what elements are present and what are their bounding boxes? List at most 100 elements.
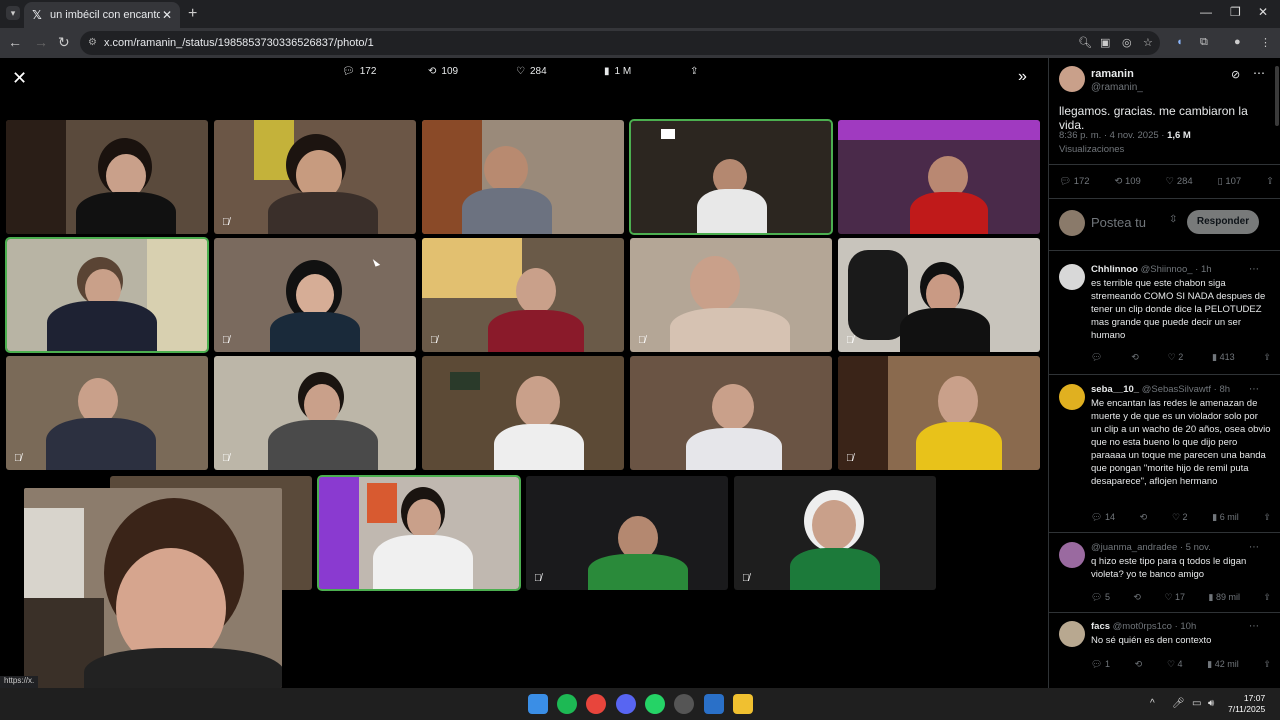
extension-icon[interactable]: ◖ (1176, 36, 1183, 48)
more-options-icon[interactable]: ⋯ (1249, 542, 1259, 553)
bookmark-button[interactable]: ▯ 107 (1217, 176, 1241, 187)
network-icon[interactable]: ▭ (1192, 698, 1201, 709)
video-tile: 🎙̸ (214, 238, 416, 352)
author-avatar[interactable] (1059, 66, 1085, 92)
author-name[interactable]: ramanin (1091, 68, 1134, 80)
like-button[interactable]: ♡ 17 (1164, 592, 1185, 603)
repost-icon[interactable]: ⟲ (1131, 352, 1139, 363)
muted-mic-icon: 🎙̸ (638, 335, 646, 346)
viewer-likes[interactable]: ♡ 284 (516, 66, 547, 77)
url-text[interactable]: x.com/ramanin_/status/198585373033652683… (104, 37, 374, 49)
reply-avatar[interactable] (1059, 384, 1085, 410)
like-button[interactable]: ♡ 4 (1167, 659, 1183, 670)
viewer-views[interactable]: ▮ 1 M (604, 66, 631, 77)
site-info-icon[interactable]: ⚙ (88, 37, 97, 48)
divider (1049, 532, 1280, 533)
profile-icon[interactable]: ● (1234, 36, 1241, 48)
share-button[interactable]: ⇪ (1266, 176, 1274, 187)
reply-actions: 💬︎ ⟲ ♡ 2 ▮ 413 ⇪ (1091, 352, 1271, 363)
video-tile (838, 120, 1040, 234)
like-button[interactable]: ♡ 284 (1166, 176, 1193, 187)
reply-input[interactable]: Postea tu (1091, 215, 1146, 230)
more-options-icon[interactable]: ⋯ (1253, 66, 1265, 80)
share-icon[interactable]: ⇪ (1263, 352, 1271, 363)
reply-actions: 💬︎ 5 ⟲ ♡ 17 ▮ 89 mil ⇪ (1091, 592, 1271, 603)
reply-avatar[interactable] (1059, 542, 1085, 568)
chrome-icon[interactable] (586, 694, 606, 714)
more-options-icon[interactable]: ⋯ (1249, 384, 1259, 395)
views-count[interactable]: ▮ 42 mil (1207, 659, 1238, 670)
reply-submit-button[interactable]: Responder (1187, 210, 1259, 234)
discord-icon[interactable] (616, 694, 636, 714)
repost-button[interactable]: ⟲ 109 (1114, 176, 1140, 187)
share-icon[interactable]: ⇪ (690, 66, 698, 77)
scrollbar[interactable] (1275, 66, 1279, 126)
zoom-icon[interactable]: 🔍︎ (1078, 36, 1092, 49)
close-window-icon[interactable]: ✕ (1258, 5, 1268, 19)
maximize-icon[interactable]: ❐ (1230, 5, 1241, 19)
reply-author[interactable]: facs @mot0rps1co · 10h (1091, 621, 1196, 632)
share-icon[interactable]: ⇪ (1263, 659, 1271, 670)
video-tile-active (5, 237, 209, 353)
reply-button[interactable]: 💬︎ 172 (1059, 176, 1090, 187)
forward-icon[interactable]: → (34, 34, 48, 50)
tweet-panel: ramanin @ramanin_ ⊘ ⋯ llegamos. gracias.… (1048, 58, 1280, 688)
mic-icon[interactable]: 🎤︎ (1172, 698, 1185, 709)
views-count[interactable]: ▮ 413 (1212, 352, 1234, 363)
browser-tab[interactable]: 𝕏 un imbécil con encanto (@sist... ✕ (24, 2, 180, 28)
menu-dots-icon[interactable]: ⋮ (1260, 36, 1271, 49)
views-count[interactable]: ▮ 89 mil (1209, 592, 1240, 603)
new-tab-icon[interactable]: + (188, 5, 197, 23)
divider (1049, 198, 1280, 199)
tab-search-icon[interactable]: ▾ (6, 6, 20, 20)
bookmark-star-icon[interactable]: ☆ (1143, 36, 1153, 49)
cast-icon[interactable]: ▣ (1100, 36, 1110, 49)
more-options-icon[interactable]: ⋯ (1249, 621, 1259, 632)
back-icon[interactable]: ← (8, 34, 22, 50)
extensions-puzzle-icon[interactable]: ⧉ (1200, 36, 1208, 49)
repost-icon[interactable]: ⟲ (1140, 512, 1148, 523)
reply-button[interactable]: 💬︎ 5 (1091, 592, 1110, 603)
obs-icon[interactable] (674, 694, 694, 714)
reply-avatar[interactable] (1059, 621, 1085, 647)
file-explorer-icon[interactable] (733, 694, 753, 714)
repost-icon[interactable]: ⟲ (1135, 659, 1143, 670)
volume-icon[interactable]: 🔊︎ (1208, 698, 1214, 709)
start-icon[interactable] (528, 694, 548, 714)
author-handle[interactable]: @ramanin_ (1091, 82, 1143, 93)
eye-off-icon[interactable]: ◎ (1122, 36, 1132, 49)
reply-button[interactable]: 💬︎ 14 (1091, 512, 1115, 523)
like-button[interactable]: ♡ 2 (1172, 512, 1188, 523)
minimize-icon[interactable]: — (1200, 5, 1212, 19)
close-viewer-icon[interactable]: ✕ (12, 68, 27, 89)
reply-avatar[interactable] (1059, 264, 1085, 290)
photos-icon[interactable] (704, 694, 724, 714)
viewer-reposts[interactable]: ⟲ 109 (428, 66, 458, 77)
reply-author[interactable]: Chhlinnoo @Shiinnoo_ · 1h (1091, 264, 1212, 275)
views-label: Visualizaciones (1059, 144, 1125, 155)
more-options-icon[interactable]: ⋯ (1249, 264, 1259, 275)
tray-chevron-icon[interactable]: ^ (1150, 698, 1155, 709)
tab-close-icon[interactable]: ✕ (160, 8, 174, 22)
like-button[interactable]: ♡ 2 (1168, 352, 1184, 363)
whatsapp-icon[interactable] (645, 694, 665, 714)
muted-mic-icon: 🎙̸ (846, 453, 854, 464)
grok-icon[interactable]: ⊘ (1231, 68, 1240, 81)
share-icon[interactable]: ⇪ (1263, 512, 1271, 523)
viewer-replies[interactable]: 💬︎ 172 (342, 66, 376, 77)
reply-author[interactable]: seba__10_ @SebasSilvawtf · 8h (1091, 384, 1230, 395)
clock[interactable]: 17:07 7/11/2025 (1228, 693, 1265, 715)
omnibox[interactable]: ⚙ x.com/ramanin_/status/1985853730336526… (80, 31, 1160, 55)
views-count[interactable]: ▮ 6 mil (1212, 512, 1238, 523)
repost-icon[interactable]: ⟲ (1133, 592, 1141, 603)
views-icon: ▮ (604, 66, 610, 77)
reply-button[interactable]: 💬︎ 1 (1091, 659, 1110, 670)
reload-icon[interactable]: ↻ (58, 34, 70, 51)
reply-icon[interactable]: 💬︎ (1091, 352, 1102, 363)
expand-panel-icon[interactable]: » (1018, 68, 1027, 86)
reply-author[interactable]: @juanma_andradee · 5 nov. (1091, 542, 1211, 553)
reply-options-icon[interactable]: ⇳ (1169, 214, 1177, 225)
share-icon[interactable]: ⇪ (1263, 592, 1271, 603)
spotify-icon[interactable] (557, 694, 577, 714)
muted-mic-icon: 🎙̸ (430, 335, 438, 346)
